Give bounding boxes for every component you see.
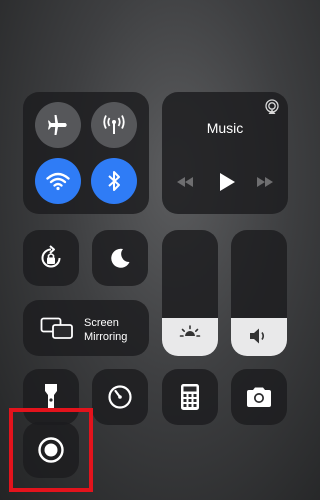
screen-mirroring-button[interactable]: Screen Mirroring	[23, 300, 149, 356]
screen-mirroring-label: Screen Mirroring	[84, 316, 127, 344]
volume-slider[interactable]	[231, 230, 287, 356]
timer-icon	[108, 385, 132, 409]
airplane-icon	[48, 115, 67, 135]
wifi-button[interactable]	[35, 158, 81, 204]
camera-button[interactable]	[231, 369, 287, 425]
wifi-icon	[46, 172, 70, 191]
play-icon[interactable]	[218, 172, 236, 192]
connectivity-panel	[23, 92, 149, 214]
timer-button[interactable]	[92, 369, 148, 425]
brightness-icon	[179, 325, 201, 337]
antenna-icon	[103, 115, 125, 134]
rewind-icon[interactable]	[175, 176, 195, 188]
bluetooth-icon	[108, 171, 120, 191]
music-title: Music	[206, 120, 244, 136]
music-panel[interactable]: Music	[162, 92, 288, 214]
cellular-data-button[interactable]	[91, 102, 137, 148]
rotation-lock-icon	[41, 245, 61, 268]
screen-mirroring-icon	[40, 317, 73, 339]
airplay-icon[interactable]	[264, 99, 280, 115]
airplane-mode-button[interactable]	[35, 102, 81, 148]
bluetooth-button[interactable]	[91, 158, 137, 204]
calculator-icon	[181, 384, 199, 410]
calculator-button[interactable]	[162, 369, 218, 425]
brightness-slider[interactable]	[162, 230, 218, 356]
do-not-disturb-button[interactable]	[92, 230, 148, 286]
screen-recording-highlight	[9, 408, 93, 492]
moon-icon	[111, 248, 130, 268]
screen-mirroring-label-line1: Screen	[84, 317, 119, 329]
rotation-lock-button[interactable]	[23, 230, 79, 286]
fast-forward-icon[interactable]	[255, 176, 275, 188]
speaker-icon	[250, 328, 265, 344]
camera-icon	[247, 387, 271, 407]
screen-mirroring-label-line2: Mirroring	[84, 331, 128, 343]
